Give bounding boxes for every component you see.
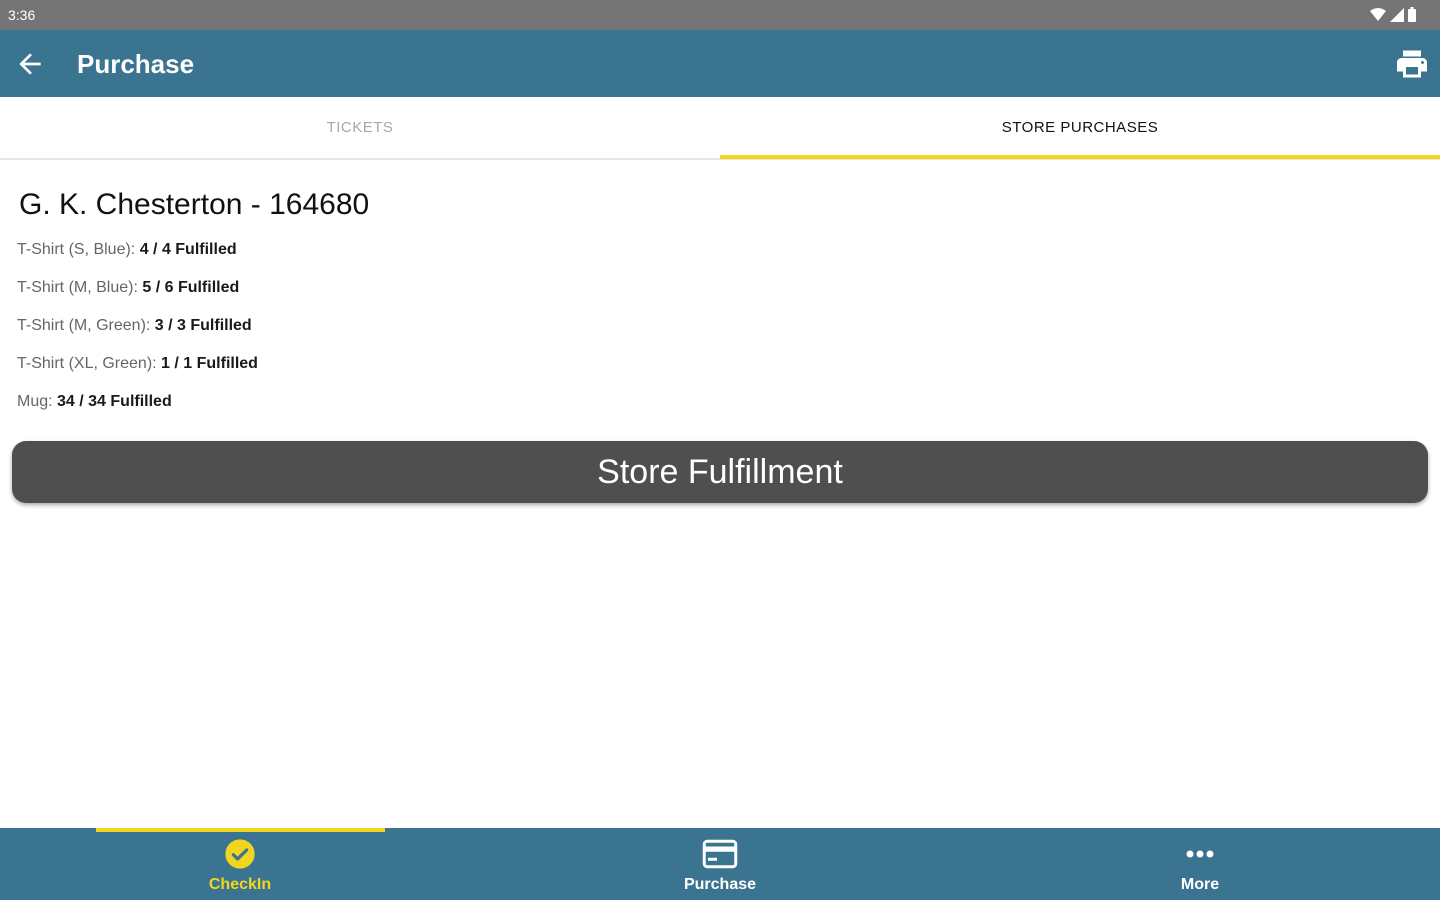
list-item: T-Shirt (XL, Green): 1 / 1 Fulfilled (17, 355, 258, 373)
item-label: Mug: (17, 393, 58, 410)
nav-label-checkin: CheckIn (208, 876, 272, 893)
nav-item-checkin[interactable]: CheckIn (0, 828, 480, 900)
item-fulfilled-count: 5 / 6 Fulfilled (142, 279, 240, 296)
item-fulfilled-count: 4 / 4 Fulfilled (139, 241, 237, 258)
item-fulfilled-count: 34 / 34 Fulfilled (57, 393, 172, 410)
more-dots-icon (1185, 838, 1215, 870)
item-fulfilled-count: 3 / 3 Fulfilled (154, 317, 252, 334)
status-bar: 3:36 (0, 0, 1440, 30)
status-icons (1370, 7, 1416, 22)
bottom-navigation: CheckIn Purchase More (0, 828, 1440, 900)
tab-tickets[interactable]: TICKETS (0, 97, 720, 158)
nav-item-purchase[interactable]: Purchase (480, 828, 960, 900)
signal-icon (1390, 7, 1404, 22)
credit-card-icon (702, 838, 738, 870)
nav-label-purchase: Purchase (683, 876, 757, 893)
item-label: T-Shirt (M, Green): (17, 317, 155, 334)
printer-icon (1397, 50, 1427, 78)
nav-item-more[interactable]: More (960, 828, 1440, 900)
item-label: T-Shirt (S, Blue): (17, 241, 140, 258)
print-button[interactable] (1394, 46, 1430, 82)
list-item: T-Shirt (S, Blue): 4 / 4 Fulfilled (17, 241, 237, 259)
list-item: Mug: 34 / 34 Fulfilled (17, 393, 172, 411)
item-label: T-Shirt (M, Blue): (17, 279, 143, 296)
app-bar: Purchase (0, 30, 1440, 97)
active-tab-indicator (720, 155, 1440, 159)
back-button[interactable] (14, 48, 46, 80)
page-title: Purchase (77, 49, 195, 79)
tab-store-purchases[interactable]: STORE PURCHASES (720, 97, 1440, 158)
tab-bar: TICKETS STORE PURCHASES (0, 97, 1440, 160)
list-item: T-Shirt (M, Green): 3 / 3 Fulfilled (17, 317, 252, 335)
status-time: 3:36 (8, 7, 36, 23)
item-label: T-Shirt (XL, Green): (17, 355, 162, 372)
wifi-icon (1370, 7, 1386, 21)
nav-label-more: More (1180, 876, 1220, 893)
item-fulfilled-count: 1 / 1 Fulfilled (161, 355, 258, 372)
customer-heading: G. K. Chesterton - 164680 (19, 188, 370, 221)
battery-icon (1408, 7, 1416, 22)
check-circle-icon (224, 838, 256, 870)
list-item: T-Shirt (M, Blue): 5 / 6 Fulfilled (17, 279, 239, 297)
arrow-back-icon (19, 53, 41, 75)
store-fulfillment-button[interactable]: Store Fulfillment (12, 441, 1428, 503)
